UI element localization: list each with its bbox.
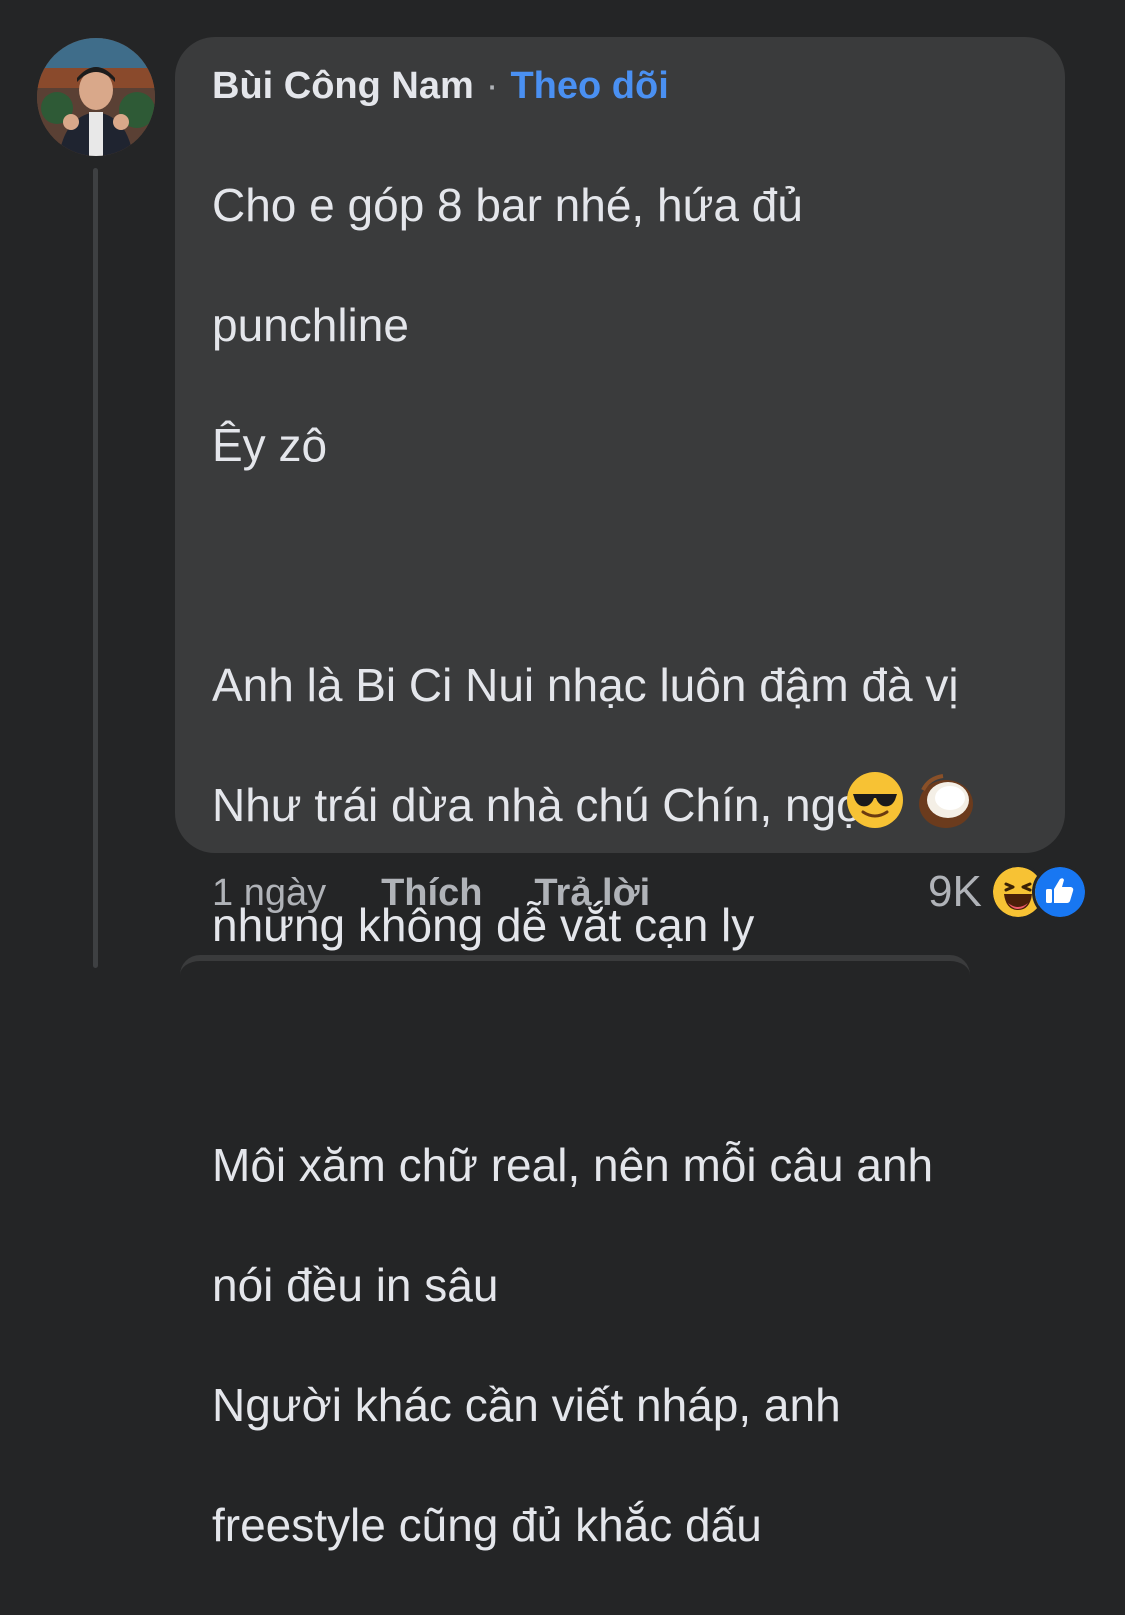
comment-line: freestyle cũng đủ khắc dấu [212,1499,762,1551]
comment-header: Bùi Công Nam · Theo dõi [212,62,669,110]
reply-button[interactable]: Trả lời [534,872,650,915]
comment-line [212,535,1052,595]
reaction-icons [989,864,1088,920]
comment-line: punchline [212,299,409,351]
timestamp[interactable]: 1 ngày [212,872,326,915]
comment-line: Êy zô [212,419,328,471]
reaction-summary[interactable]: 9K [928,864,1088,920]
coconut-emoji [919,774,973,828]
comment-line: Cho e góp 8 bar nhé, hứa đủ [212,179,803,231]
smiling-face-with-sunglasses-emoji [847,772,903,828]
comment-line: Người khác cần viết nháp, anh [212,1379,841,1431]
separator-dot: · [485,64,499,107]
comment-line [212,1015,1052,1075]
follow-button[interactable]: Theo dõi [510,65,668,108]
reaction-count: 9K [928,867,982,916]
comment-line: Anh là Bi Ci Nui nhạc luôn đậm đà vị [212,659,959,711]
comment-text: Cho e góp 8 bar nhé, hứa đủ punchline Êy… [212,115,1052,1615]
like-reaction-icon [1031,864,1088,920]
emoji-row [845,770,977,832]
author-name[interactable]: Bùi Công Nam [212,65,474,108]
next-comment-edge [180,955,970,981]
like-button[interactable]: Thích [381,872,482,915]
avatar-photo [37,38,155,156]
comment-line: nói đều in sâu [212,1259,499,1311]
thread-line [93,168,98,968]
comment-footer: 1 ngày Thích Trả lời [212,866,702,920]
comment-line: Môi xăm chữ real, nên mỗi câu anh [212,1139,934,1191]
avatar[interactable] [37,38,155,156]
